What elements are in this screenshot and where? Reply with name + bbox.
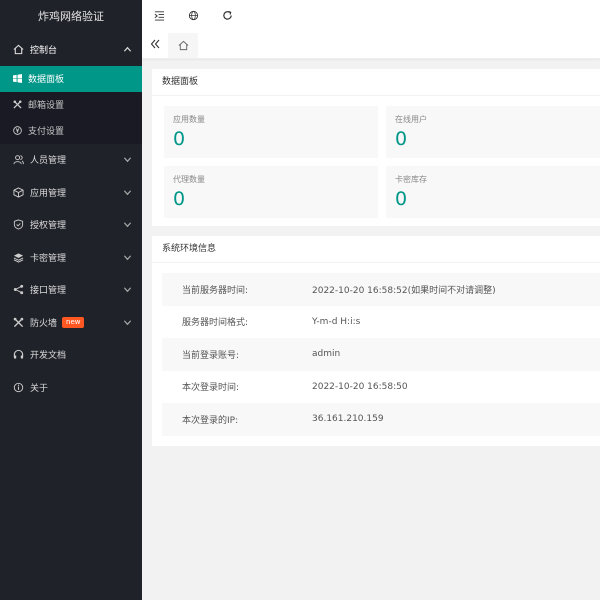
- sidebar-subitem-payment-settings[interactable]: 支付设置: [0, 118, 142, 144]
- info-row: 本次登录的IP: 36.161.210.159: [162, 403, 600, 436]
- chevron-down-icon: [122, 155, 132, 165]
- chevron-down-icon: [122, 252, 132, 262]
- new-badge: new: [62, 316, 85, 328]
- data-panel-card: 数据面板 应用数量 0 在线用户 0 代理数量 0 卡密库存 0: [152, 69, 600, 226]
- layers-icon: [12, 251, 24, 263]
- sidebar-item-label: 卡密管理: [30, 253, 67, 264]
- info-icon: [12, 381, 24, 393]
- info-value: 2022-10-20 16:58:52(如果时间不对请调整): [312, 285, 496, 296]
- sidebar-item-label: 关于: [30, 383, 49, 394]
- chevron-down-icon: [122, 285, 132, 295]
- sidebar-item-label: 应用管理: [30, 188, 67, 199]
- sidebar-item-dashboard[interactable]: 控制台: [0, 33, 142, 66]
- stat-card-stock: 卡密库存 0: [386, 166, 600, 218]
- info-value: 2022-10-20 16:58:50: [312, 381, 408, 392]
- sidebar-item-label: 开发文档: [30, 351, 67, 362]
- sidebar-item-label: 授权管理: [30, 221, 67, 232]
- sidebar-item-users[interactable]: 人员管理: [0, 144, 142, 177]
- sidebar-item-apps[interactable]: 应用管理: [0, 176, 142, 209]
- home-icon: [12, 43, 24, 55]
- stat-value: 0: [395, 128, 408, 150]
- info-key: 本次登录的IP:: [182, 415, 239, 426]
- info-value: 36.161.210.159: [312, 414, 384, 425]
- chevron-down-icon: [122, 317, 132, 327]
- headset-icon: [12, 349, 24, 361]
- info-key: 当前服务器时间:: [182, 285, 249, 296]
- box-icon: [12, 186, 24, 198]
- sidebar-item-cards[interactable]: 卡密管理: [0, 241, 142, 274]
- info-row: 本次登录时间: 2022-10-20 16:58:50: [162, 371, 600, 404]
- sidebar: 炸鸡网络验证 控制台 数据面板 邮箱设置 支付设置 人员管理 应用管理 授权管理…: [0, 0, 142, 600]
- shield-icon: [12, 219, 24, 231]
- info-key: 本次登录时间:: [182, 383, 240, 394]
- stat-value: 0: [395, 188, 408, 210]
- stat-online-users: 在线用户 0: [386, 106, 600, 158]
- yen-icon: [12, 126, 22, 136]
- top-toolbar: [142, 0, 600, 34]
- info-key: 服务器时间格式:: [182, 318, 249, 329]
- refresh-button[interactable]: [210, 0, 244, 33]
- stat-label: 在线用户: [395, 115, 427, 124]
- stats-grid: 应用数量 0 在线用户 0 代理数量 0 卡密库存 0: [152, 96, 600, 226]
- app-logo-title[interactable]: 炸鸡网络验证: [0, 0, 142, 33]
- double-chevron-left-icon: [150, 39, 160, 52]
- firewall-icon: [12, 316, 24, 328]
- stat-label: 卡密库存: [395, 175, 427, 184]
- stat-app-count: 应用数量 0: [164, 106, 378, 158]
- stat-label: 应用数量: [173, 115, 205, 124]
- sidebar-subitem-label: 支付设置: [28, 127, 65, 137]
- tab-home[interactable]: [168, 33, 198, 58]
- home-icon: [178, 40, 189, 54]
- info-row: 当前登录账号: admin: [162, 338, 600, 371]
- page-tabs-bar: [142, 33, 600, 59]
- sidebar-item-firewall[interactable]: 防火墙 new: [0, 306, 142, 339]
- windows-icon: [12, 74, 22, 84]
- info-key: 当前登录账号:: [182, 350, 240, 361]
- refresh-icon: [222, 10, 233, 24]
- toggle-sidebar-button[interactable]: [142, 0, 176, 33]
- sidebar-item-auth[interactable]: 授权管理: [0, 209, 142, 242]
- stat-label: 代理数量: [173, 175, 205, 184]
- share-icon: [12, 284, 24, 296]
- globe-icon: [188, 10, 199, 24]
- stat-value: 0: [173, 128, 186, 150]
- sidebar-item-docs[interactable]: 开发文档: [0, 339, 142, 372]
- sidebar-item-label: 控制台: [30, 45, 58, 56]
- sidebar-item-about[interactable]: 关于: [0, 371, 142, 404]
- info-value: admin: [312, 349, 341, 360]
- main-content: 数据面板 应用数量 0 在线用户 0 代理数量 0 卡密库存 0 系统环境信息: [152, 69, 600, 456]
- info-value: Y-m-d H:i:s: [312, 316, 361, 327]
- tabs-scroll-left-button[interactable]: [142, 33, 168, 58]
- stat-value: 0: [173, 188, 186, 210]
- sidebar-item-label: 接口管理: [30, 286, 67, 297]
- indent-icon: [154, 10, 165, 24]
- system-info-card: 系统环境信息 当前服务器时间: 2022-10-20 16:58:52(如果时间…: [152, 236, 600, 446]
- card-title: 数据面板: [152, 69, 600, 96]
- chevron-down-icon: [122, 220, 132, 230]
- info-table: 当前服务器时间: 2022-10-20 16:58:52(如果时间不对请调整) …: [152, 263, 600, 446]
- website-button[interactable]: [176, 0, 210, 33]
- sidebar-subitem-data-panel[interactable]: 数据面板: [0, 65, 142, 92]
- sidebar-item-label: 人员管理: [30, 156, 67, 167]
- chevron-down-icon: [122, 187, 132, 197]
- sidebar-item-api[interactable]: 接口管理: [0, 274, 142, 307]
- info-row: 服务器时间格式: Y-m-d H:i:s: [162, 306, 600, 339]
- users-icon: [12, 154, 24, 166]
- sidebar-subitem-mail-settings[interactable]: 邮箱设置: [0, 92, 142, 118]
- card-title: 系统环境信息: [152, 236, 600, 263]
- sidebar-item-label: 防火墙: [30, 318, 58, 329]
- sidebar-subitem-label: 邮箱设置: [28, 101, 65, 111]
- chevron-up-icon: [122, 44, 132, 54]
- stat-agent-count: 代理数量 0: [164, 166, 378, 218]
- sidebar-subitem-label: 数据面板: [28, 75, 65, 85]
- dashboard-submenu: 数据面板 邮箱设置 支付设置: [0, 65, 142, 144]
- info-row: 当前服务器时间: 2022-10-20 16:58:52(如果时间不对请调整): [162, 273, 600, 306]
- tools-icon: [12, 100, 22, 110]
